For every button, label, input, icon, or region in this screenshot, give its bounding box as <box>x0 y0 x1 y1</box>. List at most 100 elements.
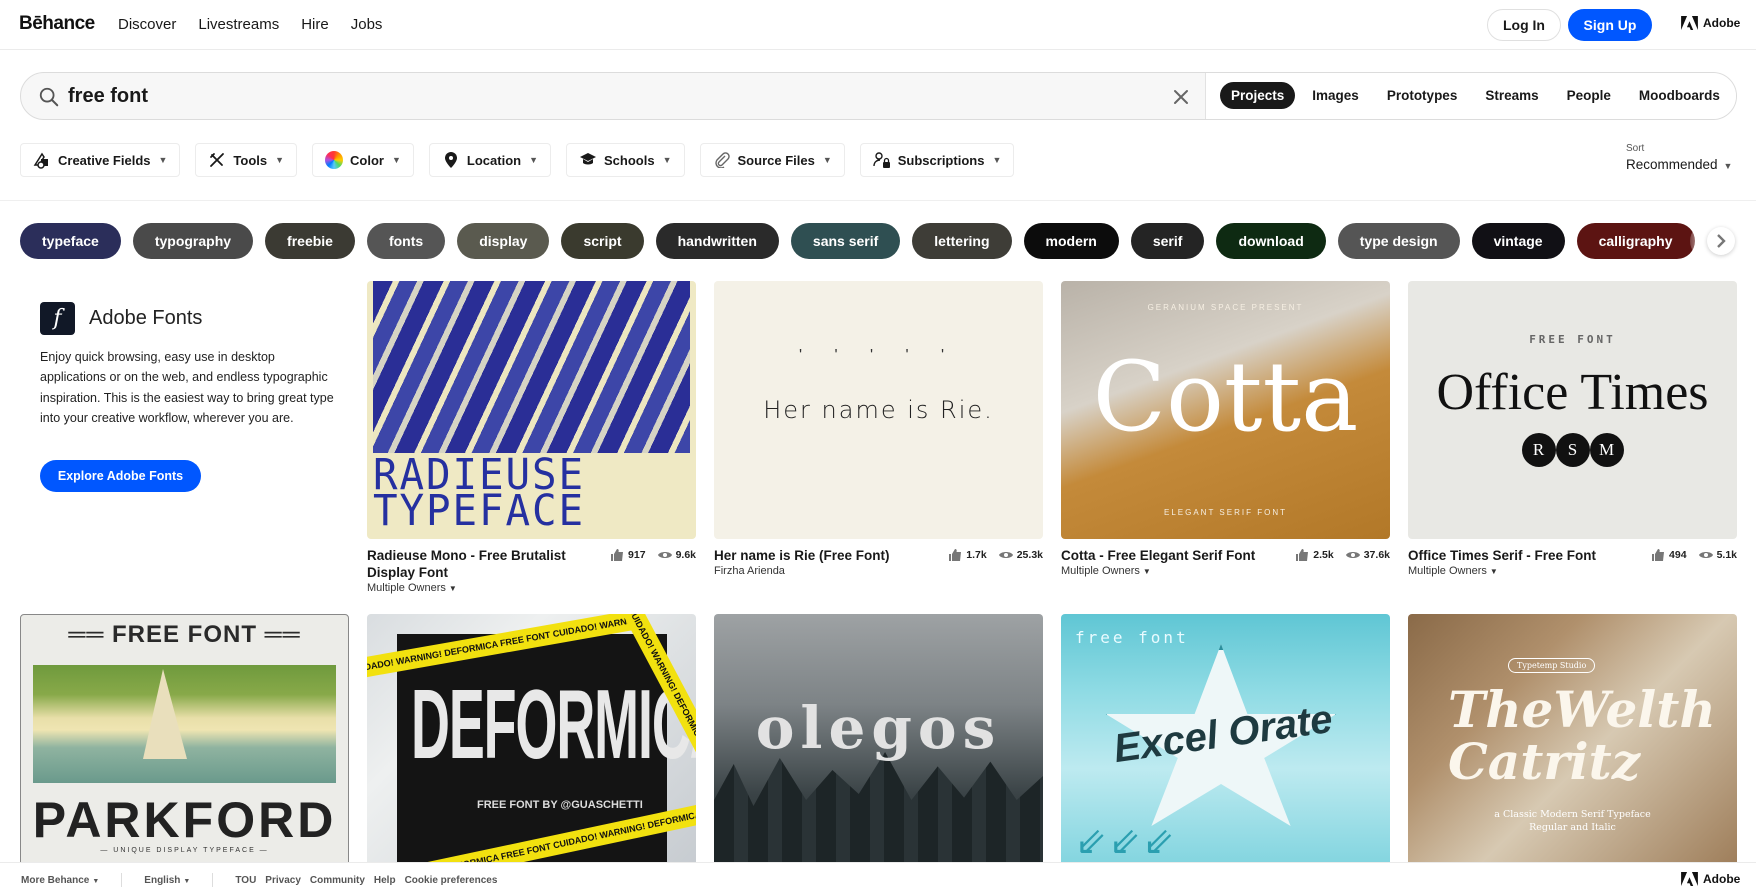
tag-pill[interactable]: script <box>561 223 644 259</box>
tag-pill[interactable]: fonts <box>366 223 446 259</box>
footer-link-community[interactable]: Community <box>310 875 365 886</box>
footer-link-privacy[interactable]: Privacy <box>265 875 301 886</box>
filter-subscriptions[interactable]: Subscriptions ▼ <box>859 143 1015 177</box>
nav-link-jobs[interactable]: Jobs <box>351 16 383 33</box>
creative-fields-icon <box>33 151 51 169</box>
tags-scroll-next[interactable] <box>1690 223 1740 259</box>
language-dropdown[interactable]: English ▼ <box>144 875 190 886</box>
project-thumbnail[interactable]: GERANIUM SPACE PRESENT Cotta ELEGANT SER… <box>1061 281 1390 539</box>
tab-people[interactable]: People <box>1556 82 1622 109</box>
nav-link-hire[interactable]: Hire <box>301 16 329 33</box>
thumbnail-subtext: GERANIUM SPACE PRESENT <box>1147 303 1304 312</box>
filter-label: Location <box>466 152 522 168</box>
filter-creative-fields[interactable]: Creative Fields ▼ <box>20 143 181 177</box>
project-title[interactable]: Her name is Rie (Free Font) <box>714 547 924 564</box>
like-count: 494 <box>1669 549 1687 561</box>
project-card[interactable]: RADIEUSE TYPEFACE Radieuse Mono - Free B… <box>367 281 696 594</box>
sort-dropdown[interactable]: Sort Recommended ▼ <box>1626 143 1732 172</box>
caret-down-icon: ▼ <box>448 584 457 593</box>
footer-link-help[interactable]: Help <box>374 875 396 886</box>
search-input[interactable] <box>68 81 1168 111</box>
project-title[interactable]: Radieuse Mono - Free Brutalist Display F… <box>367 547 577 581</box>
tag-pill[interactable]: handwritten <box>655 223 779 259</box>
project-card[interactable]: GERANIUM SPACE PRESENT Cotta ELEGANT SER… <box>1061 281 1390 587</box>
clear-search-button[interactable] <box>1169 85 1193 109</box>
thumbnail-subtext: ══ FREE FONT ══ <box>68 621 301 648</box>
caret-down-icon: ▼ <box>1723 161 1733 171</box>
tab-streams[interactable]: Streams <box>1474 82 1549 109</box>
project-thumbnail[interactable]: olegos <box>714 614 1043 872</box>
chevron-right-icon <box>1717 234 1726 248</box>
footer-link-cookie-preferences[interactable]: Cookie preferences <box>405 875 498 886</box>
filter-label: Tools <box>233 152 268 168</box>
thumbnail-text: DEFORMICA <box>411 669 696 779</box>
search-bar: Projects Images Prototypes Streams Peopl… <box>20 72 1737 120</box>
tag-pill[interactable]: sans serif <box>790 223 901 259</box>
thumbnail-text: Cotta <box>1092 341 1359 453</box>
tab-images[interactable]: Images <box>1301 82 1370 109</box>
filter-tools[interactable]: Tools ▼ <box>195 143 298 177</box>
footer-adobe-link[interactable]: Adobe <box>1681 872 1740 886</box>
search-icon <box>39 87 59 107</box>
tag-pill[interactable]: type design <box>1337 223 1460 259</box>
signup-button[interactable]: Sign Up <box>1568 9 1652 41</box>
adobe-logo-icon <box>1681 872 1698 886</box>
tag-pill[interactable]: serif <box>1130 223 1205 259</box>
project-thumbnail[interactable]: free font Excel Orate ⇙⇙⇙ <box>1061 614 1390 872</box>
project-owner[interactable]: Multiple Owners ▼ <box>1061 565 1390 577</box>
tag-pill[interactable]: lettering <box>912 223 1012 259</box>
filter-label: Source Files <box>737 152 815 168</box>
project-card[interactable]: olegos <box>714 614 1043 872</box>
filter-label: Subscriptions <box>897 152 985 168</box>
filter-location[interactable]: Location ▼ <box>428 143 552 177</box>
tab-prototypes[interactable]: Prototypes <box>1376 82 1469 109</box>
project-card[interactable]: DEFORMICA FREE FONT BY @GUASCHETTI CUIDA… <box>367 614 696 872</box>
adobe-fonts-logo-icon: f <box>40 302 75 335</box>
project-thumbnail[interactable]: ══ FREE FONT ══ PARKFORD — UNIQUE DISPLA… <box>20 614 349 872</box>
nav-link-livestreams[interactable]: Livestreams <box>198 16 279 33</box>
project-owner[interactable]: Multiple Owners ▼ <box>1408 565 1737 577</box>
project-card[interactable]: free font Excel Orate ⇙⇙⇙ <box>1061 614 1390 872</box>
project-title[interactable]: Cotta - Free Elegant Serif Font <box>1061 547 1291 564</box>
thumbnail-decoration: ' ' ' ' ' <box>798 347 959 364</box>
project-thumbnail[interactable]: ' ' ' ' ' Her name is Rie. <box>714 281 1043 539</box>
tag-pill[interactable]: download <box>1216 223 1326 259</box>
project-stats: 917 9.6k <box>599 549 696 561</box>
more-behance-dropdown[interactable]: More Behance ▼ <box>21 875 99 886</box>
project-card[interactable]: ══ FREE FONT ══ PARKFORD — UNIQUE DISPLA… <box>20 614 349 872</box>
nav-link-discover[interactable]: Discover <box>118 16 176 33</box>
filter-source-files[interactable]: Source Files ▼ <box>699 143 845 177</box>
tag-pill[interactable]: typeface <box>20 223 121 259</box>
adobe-brand-link[interactable]: Adobe <box>1681 16 1740 30</box>
project-owner[interactable]: Firzha Arienda <box>714 565 1043 577</box>
tag-pill[interactable]: freebie <box>265 223 355 259</box>
project-card[interactable]: ' ' ' ' ' Her name is Rie. Her name is R… <box>714 281 1043 587</box>
project-thumbnail[interactable]: FREE FONT Office Times RSM <box>1408 281 1737 539</box>
login-button[interactable]: Log In <box>1487 9 1561 41</box>
project-thumbnail[interactable]: Typetemp Studio TheWelth Catritz a Class… <box>1408 614 1737 872</box>
tag-pill[interactable]: display <box>457 223 550 259</box>
tab-moodboards[interactable]: Moodboards <box>1628 82 1731 109</box>
footer-link-tou[interactable]: TOU <box>235 875 256 886</box>
filter-schools[interactable]: Schools ▼ <box>566 143 685 177</box>
adobe-label: Adobe <box>1703 16 1741 30</box>
filter-color[interactable]: Color ▼ <box>312 143 414 177</box>
location-pin-icon <box>442 151 460 169</box>
tag-pill[interactable]: vintage <box>1471 223 1565 259</box>
tag-pill[interactable]: calligraphy <box>1576 223 1695 259</box>
project-thumbnail[interactable]: DEFORMICA FREE FONT BY @GUASCHETTI CUIDA… <box>367 614 696 872</box>
graduation-cap-icon <box>579 151 597 169</box>
tag-pill[interactable]: typography <box>132 223 254 259</box>
project-card[interactable]: FREE FONT Office Times RSM Office Times … <box>1408 281 1737 587</box>
view-count: 37.6k <box>1363 549 1390 561</box>
project-title[interactable]: Office Times Serif - Free Font <box>1408 547 1638 564</box>
project-owner[interactable]: Multiple Owners ▼ <box>367 582 696 594</box>
behance-logo[interactable]: Bēhance <box>19 13 95 35</box>
project-card[interactable]: Typetemp Studio TheWelth Catritz a Class… <box>1408 614 1737 872</box>
thumbnail-badge: Typetemp Studio <box>1508 658 1596 673</box>
like-count: 2.5k <box>1313 549 1334 561</box>
explore-adobe-fonts-button[interactable]: Explore Adobe Fonts <box>40 460 201 493</box>
tag-pill[interactable]: modern <box>1023 223 1119 259</box>
tab-projects[interactable]: Projects <box>1220 82 1296 109</box>
project-thumbnail[interactable]: RADIEUSE TYPEFACE <box>367 281 696 539</box>
